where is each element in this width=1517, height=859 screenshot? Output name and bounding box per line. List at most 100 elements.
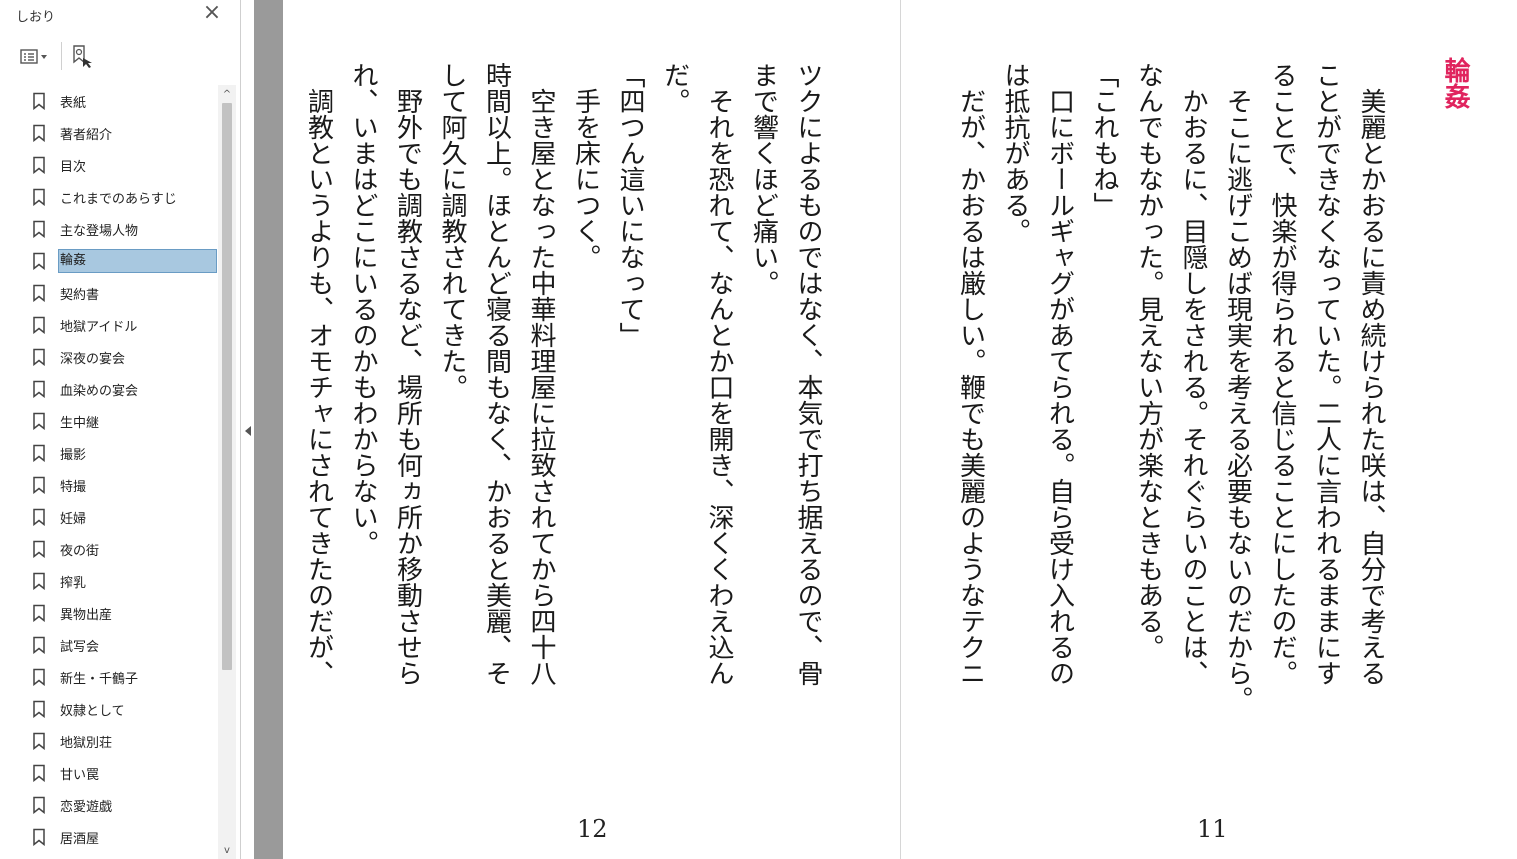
bookmark-item[interactable]: 地獄アイドル [32, 312, 218, 338]
text-column: だ。 [659, 62, 690, 114]
bookmark-icon [33, 828, 45, 846]
text-column: かおるに、目隠しをされる。それぐらいのことは、 [1178, 62, 1208, 686]
bookmark-icon [33, 124, 45, 142]
scrollbar-thumb[interactable] [222, 103, 232, 670]
bookmark-icon [33, 380, 45, 398]
bookmark-label: 著者紹介 [60, 127, 113, 143]
bookmark-icon [33, 700, 45, 718]
bookmark-item[interactable]: 表紙 [32, 88, 218, 114]
bookmark-item[interactable]: 居酒屋 [32, 824, 218, 850]
bookmark-label: 深夜の宴会 [60, 351, 126, 367]
bookmark-icon [33, 444, 45, 462]
text-column: 時間以上。ほとんど寝る間もなく、かおると美麗、そ [481, 62, 512, 686]
bookmark-icon [33, 668, 45, 686]
page-11-text: 美麗とかおるに責め続けられた咲は、自分で考える ことができなくなっていた。二人に言… [948, 62, 1393, 782]
options-menu-button[interactable] [18, 44, 52, 70]
bookmark-label: 表紙 [60, 95, 87, 111]
scroll-down-arrow[interactable]: v [218, 843, 236, 859]
text-column: 美麗とかおるに責め続けられた咲は、自分で考える [1356, 62, 1386, 686]
bookmark-item[interactable]: 奴隷として [32, 696, 218, 722]
bookmark-label: 輪姦 [58, 249, 217, 273]
page-number-left: 12 [577, 815, 608, 843]
bookmark-label: 特撮 [60, 479, 87, 495]
bookmark-label: 契約書 [60, 287, 100, 303]
text-column: ことができなくなっていた。二人に言われるままにす [1311, 62, 1342, 686]
bookmark-icon [33, 92, 45, 110]
text-column: れ、いまはどこにいるのかもわからない。 [348, 62, 378, 556]
page-12: ツクによるものではなく、本気で打ち据えるので、骨 まで響くほど痛い。 それを恐れて… [283, 0, 900, 859]
bookmark-list: 表紙著者紹介目次これまでのあらすじ主な登場人物輪姦契約書地獄アイドル深夜の宴会血… [0, 85, 218, 859]
close-icon: × [202, 0, 222, 25]
bookmark-icon [33, 220, 45, 238]
bookmark-icon [33, 252, 45, 270]
bookmark-item[interactable]: 夜の街 [32, 536, 218, 562]
bookmark-item[interactable]: 恋愛遊戯 [32, 792, 218, 818]
bookmark-icon [33, 572, 45, 590]
bookmark-item[interactable]: 生中継 [32, 408, 218, 434]
text-column: それを恐れて、なんとか口を開き、深くくわえ込ん [704, 62, 734, 686]
text-column: 空き屋となった中華料理屋に拉致されてから四十八 [526, 62, 556, 686]
bookmark-icon [33, 284, 45, 302]
bookmark-item[interactable]: 著者紹介 [32, 120, 218, 146]
text-column: 野外でも調教さるなど、場所も何ヵ所か移動させら [392, 62, 423, 686]
text-column: 調教というよりも、オモチャにされてきたのだが、 [303, 62, 334, 686]
bookmark-label: 搾乳 [60, 575, 87, 591]
text-column: して阿久に調教されてきた。 [437, 62, 467, 400]
text-column: は抵抗がある。 [1000, 62, 1030, 244]
text-column: 「これもね」 [1089, 62, 1119, 218]
bookmark-item[interactable]: これまでのあらすじ [32, 184, 218, 210]
scroll-up-arrow[interactable]: ^ [218, 87, 236, 103]
text-column: 手を床につく。 [570, 62, 601, 270]
bookmark-label: 異物出産 [60, 607, 113, 623]
bookmark-item[interactable]: 妊婦 [32, 504, 218, 530]
document-gutter [254, 0, 283, 859]
bookmark-item[interactable]: 異物出産 [32, 600, 218, 626]
bookmark-item[interactable]: 主な登場人物 [32, 216, 218, 242]
bookmark-label: 居酒屋 [60, 831, 100, 847]
bookmark-icon [33, 540, 45, 558]
bookmark-item[interactable]: 新生・千鶴子 [32, 664, 218, 690]
bookmark-item[interactable]: 深夜の宴会 [32, 344, 218, 370]
bookmark-scrollbar[interactable]: ^ v [218, 85, 236, 859]
bookmark-icon [33, 636, 45, 654]
close-panel-button[interactable]: × [200, 2, 224, 26]
bookmark-icon [33, 604, 45, 622]
new-bookmark-button[interactable] [70, 43, 94, 69]
bookmark-item[interactable]: 契約書 [32, 280, 218, 306]
bookmark-icon [33, 764, 45, 782]
bookmark-icon [33, 508, 45, 526]
bookmark-item[interactable]: 搾乳 [32, 568, 218, 594]
text-column: だが、かおるは厳しい。鞭でも美麗のようなテクニ [955, 62, 986, 686]
bookmark-item[interactable]: 甘い罠 [32, 760, 218, 786]
page-11: 輪姦 美麗とかおるに責め続けられた咲は、自分で考える ことができなくなっていた。二… [901, 0, 1517, 859]
page-12-text: ツクによるものではなく、本気で打ち据えるので、骨 まで響くほど痛い。 それを恐れて… [296, 62, 830, 782]
bookmark-label: 生中継 [60, 415, 100, 431]
bookmark-label: 夜の街 [60, 543, 100, 559]
bookmark-item[interactable]: 撮影 [32, 440, 218, 466]
bookmark-item[interactable]: 血染めの宴会 [32, 376, 218, 402]
bookmark-icon [33, 348, 45, 366]
bookmark-label: 撮影 [60, 447, 87, 463]
bookmark-label: 目次 [60, 159, 87, 175]
bookmark-label: 試写会 [60, 639, 100, 655]
bookmark-icon [33, 476, 45, 494]
text-column: ることで、快楽が得られると信じることにしたのだ。 [1267, 62, 1297, 686]
triangle-left-icon [245, 426, 251, 436]
text-column: 口にボールギャグがあてられる。自ら受け入れるの [1044, 62, 1075, 686]
panel-collapse-handle[interactable] [242, 420, 254, 442]
bookmark-label: これまでのあらすじ [60, 191, 177, 207]
bookmark-item[interactable]: 目次 [32, 152, 218, 178]
bookmark-label: 甘い罠 [60, 767, 100, 783]
bookmark-icon [33, 316, 45, 334]
bookmark-item[interactable]: 地獄別荘 [32, 728, 218, 754]
bookmark-item[interactable]: 特撮 [32, 472, 218, 498]
bookmark-panel: しおり × 表紙 著者紹介 目次 これまでのあらすじ 主な登場人物 輪姦 契約書… [0, 0, 241, 859]
bookmark-item[interactable]: 輪姦 [32, 248, 218, 274]
text-column: なんでもなかった。見えない方が楽なときもある。 [1133, 62, 1164, 660]
bookmark-icon [33, 796, 45, 814]
list-options-icon [20, 49, 47, 64]
bookmark-item[interactable]: 試写会 [32, 632, 218, 658]
new-bookmark-icon [73, 45, 92, 68]
bookmark-icon [33, 188, 45, 206]
bookmark-icon [33, 412, 45, 430]
